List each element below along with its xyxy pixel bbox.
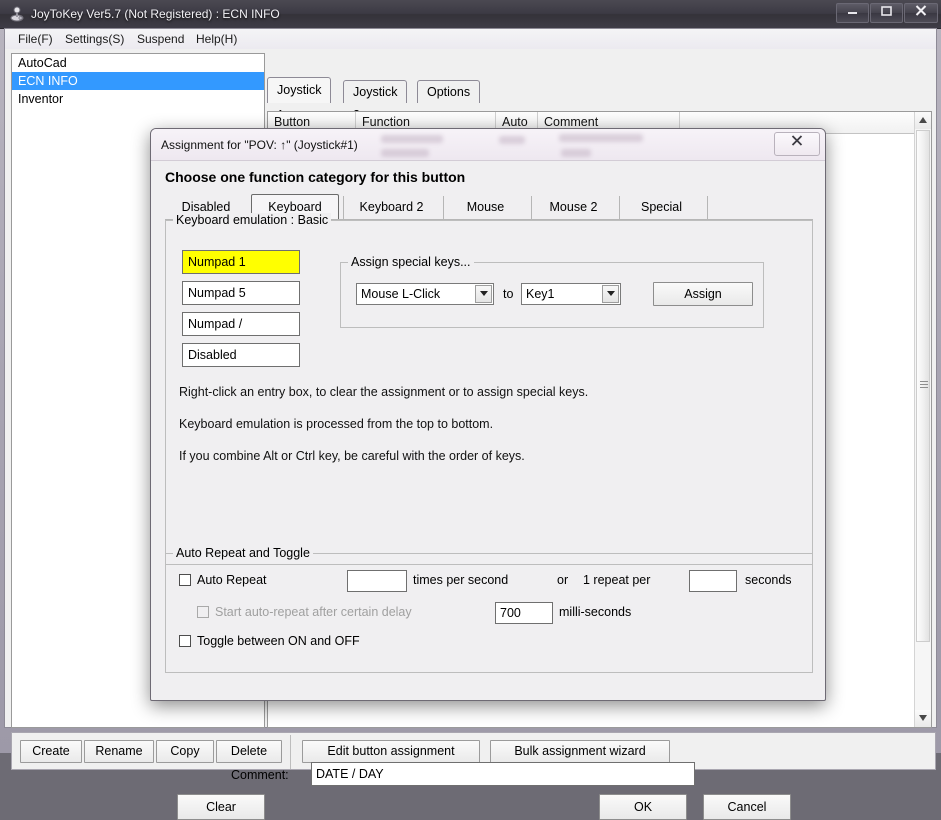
sidebar-item-autocad[interactable]: AutoCad: [12, 54, 264, 72]
aero-blur-backdrop: [381, 132, 711, 158]
help-line-1: Right-click an entry box, to clear the a…: [179, 385, 589, 399]
scrollbar-grip-icon: [920, 381, 928, 388]
dialog-title: Assignment for "POV: ↑" (Joystick#1): [161, 138, 358, 152]
create-button[interactable]: Create: [20, 740, 82, 763]
rename-button[interactable]: Rename: [84, 740, 154, 763]
dialog-heading: Choose one function category for this bu…: [165, 169, 466, 185]
help-line-3: If you combine Alt or Ctrl key, be caref…: [179, 449, 525, 463]
copy-button[interactable]: Copy: [156, 740, 214, 763]
special-key-target-value: Key1: [526, 287, 555, 301]
tab-keyboard-2[interactable]: Keyboard 2: [343, 196, 439, 220]
edit-button-assignment-button[interactable]: Edit button assignment: [302, 740, 480, 763]
caret-up-icon: [919, 117, 927, 123]
special-keys-to-label: to: [503, 287, 514, 301]
window-title: JoyToKey Ver5.7 (Not Registered) : ECN I…: [31, 7, 280, 21]
chevron-down-icon: [475, 285, 492, 303]
close-icon: [915, 5, 927, 16]
toggle-label: Toggle between ON and OFF: [197, 634, 360, 648]
or-label: or: [557, 573, 569, 587]
menu-help[interactable]: Help(H): [191, 31, 242, 47]
auto-repeat-checkbox[interactable]: [179, 574, 191, 586]
seconds-input[interactable]: [689, 570, 737, 592]
key-entry-3[interactable]: Numpad /: [182, 312, 300, 336]
scroll-down-arrow[interactable]: [915, 710, 931, 727]
menu-suspend[interactable]: Suspend: [132, 31, 189, 47]
delay-input[interactable]: 700: [495, 602, 553, 624]
sidebar-item-inventor[interactable]: Inventor: [12, 90, 264, 108]
seconds-label: seconds: [745, 573, 792, 587]
auto-repeat-label: Auto Repeat: [197, 573, 267, 587]
dialog-titlebar: Assignment for "POV: ↑" (Joystick#1): [151, 129, 825, 161]
close-icon: [791, 135, 803, 146]
keyboard-emulation-group-label: Keyboard emulation : Basic: [173, 213, 332, 227]
menu-bar: File(F) Settings(S) Suspend Help(H): [5, 29, 936, 49]
joystick-icon: [10, 6, 24, 22]
ok-button[interactable]: OK: [599, 794, 687, 820]
assignment-dialog: Assignment for "POV: ↑" (Joystick#1) Cho…: [150, 128, 826, 820]
one-repeat-per-label: 1 repeat per: [583, 573, 651, 587]
application-window: JoyToKey Ver5.7 (Not Registered) : ECN I…: [0, 0, 941, 820]
assign-button[interactable]: Assign: [653, 282, 753, 306]
special-keys-group-label: Assign special keys...: [348, 255, 474, 269]
menu-settings[interactable]: Settings(S): [60, 31, 129, 47]
times-per-second-input[interactable]: [347, 570, 407, 592]
special-key-source-value: Mouse L-Click: [361, 287, 441, 301]
times-per-second-label: times per second: [413, 573, 509, 587]
maximize-icon: [881, 6, 892, 16]
minimize-icon: [848, 12, 857, 14]
key-entry-1[interactable]: Numpad 1: [182, 250, 300, 274]
special-key-source-select[interactable]: Mouse L-Click: [356, 283, 494, 305]
tab-options[interactable]: Options: [417, 80, 481, 103]
key-entry-2[interactable]: Numpad 5: [182, 281, 300, 305]
close-button[interactable]: [904, 3, 938, 23]
comment-label: Comment:: [231, 768, 289, 782]
minimize-button[interactable]: [836, 3, 869, 23]
comment-input[interactable]: DATE / DAY: [311, 762, 695, 786]
start-delay-checkbox[interactable]: [197, 606, 209, 618]
tab-strip-end: [707, 196, 721, 220]
sidebar-item-ecn-info[interactable]: ECN INFO: [12, 72, 264, 90]
dialog-close-button[interactable]: [774, 132, 820, 156]
special-key-target-select[interactable]: Key1: [521, 283, 621, 305]
key-entry-4[interactable]: Disabled: [182, 343, 300, 367]
clear-button[interactable]: Clear: [177, 794, 265, 820]
scrollbar-thumb[interactable]: [916, 130, 930, 642]
window-titlebar: JoyToKey Ver5.7 (Not Registered) : ECN I…: [0, 0, 941, 29]
tab-joystick-1[interactable]: Joystick 1: [267, 77, 332, 122]
toggle-checkbox[interactable]: [179, 635, 191, 647]
menu-file[interactable]: File(F): [13, 31, 58, 47]
chevron-down-icon: [602, 285, 619, 303]
dialog-body: Choose one function category for this bu…: [151, 160, 825, 820]
tab-mouse[interactable]: Mouse: [443, 196, 527, 220]
delete-button[interactable]: Delete: [216, 740, 282, 763]
tab-joystick-2[interactable]: Joystick 2: [343, 80, 408, 122]
auto-repeat-group-label: Auto Repeat and Toggle: [173, 546, 313, 560]
help-line-2: Keyboard emulation is processed from the…: [179, 417, 494, 431]
start-delay-label: Start auto-repeat after certain delay: [215, 605, 412, 619]
maximize-button[interactable]: [870, 3, 903, 23]
caret-down-icon: [919, 715, 927, 721]
cancel-button[interactable]: Cancel: [703, 794, 791, 820]
milliseconds-label: milli-seconds: [559, 605, 632, 619]
scroll-up-arrow[interactable]: [915, 112, 931, 129]
tab-special[interactable]: Special: [619, 196, 703, 220]
vertical-scrollbar[interactable]: [914, 112, 931, 727]
bulk-assignment-wizard-button[interactable]: Bulk assignment wizard: [490, 740, 670, 763]
toolbar-separator: [290, 735, 291, 769]
tab-mouse-2[interactable]: Mouse 2: [531, 196, 615, 220]
